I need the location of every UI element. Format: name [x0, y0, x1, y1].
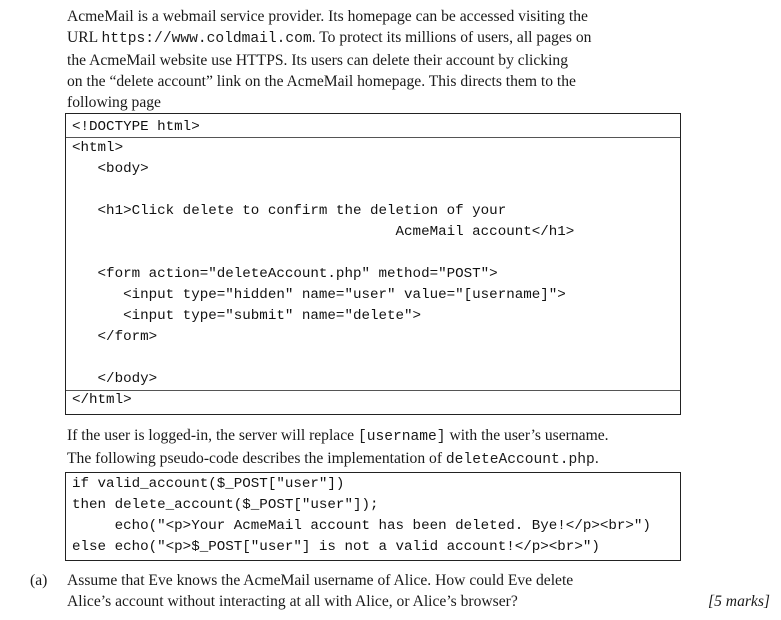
intro-line-4: on the “delete account” link on the Acme…: [67, 73, 576, 90]
code-line: </form>: [72, 329, 158, 345]
pseudo-code-line: if valid_account($_POST["user"]): [72, 476, 345, 492]
middle-text: If the user is logged-in, the server wil…: [67, 427, 358, 444]
marks-label: [5 marks]: [708, 593, 770, 610]
code-line: <h1>Click delete to confirm the deletion…: [72, 203, 507, 219]
intro-line-5: following page: [67, 94, 161, 111]
line-divider: [66, 137, 680, 138]
url-code: https://www.coldmail.com: [101, 31, 312, 47]
pseudo-code-line: echo("<p>Your AcmeMail account has been …: [72, 518, 651, 534]
pseudo-code-line: else echo("<p>$_POST["user"] is not a va…: [72, 539, 600, 555]
middle-line-1: If the user is logged-in, the server wil…: [67, 425, 683, 448]
code-line: </body>: [72, 371, 158, 387]
middle-line-2: The following pseudo-code describes the …: [67, 448, 683, 471]
filename-code: deleteAccount.php: [445, 452, 595, 468]
middle-text: .: [594, 450, 599, 467]
intro-line-1: AcmeMail is a webmail service provider. …: [67, 8, 588, 25]
pseudo-code-box: if valid_account($_POST["user"]) then de…: [65, 472, 681, 561]
code-line: <html>: [72, 140, 124, 156]
question-line-2: Alice’s account without interacting at a…: [67, 593, 518, 610]
code-line: <form action="deleteAccount.php" method=…: [72, 266, 498, 282]
line-divider: [66, 390, 680, 391]
question-line-1: Assume that Eve knows the AcmeMail usern…: [67, 572, 574, 589]
question-label: (a): [30, 572, 48, 589]
intro-line-3: the AcmeMail website use HTTPS. Its user…: [67, 52, 569, 69]
code-line: <input type="submit" name="delete">: [72, 308, 422, 324]
intro-text: . To protect its millions of users, all …: [311, 29, 592, 46]
middle-text: with the user’s username.: [445, 427, 609, 444]
pseudo-code-line: then delete_account($_POST["user"]);: [72, 497, 379, 513]
code-line: <!DOCTYPE html>: [72, 119, 200, 135]
code-line: <body>: [72, 161, 149, 177]
html-code-box: <!DOCTYPE html> <html> <body> <h1>Click …: [65, 113, 681, 415]
username-code: [username]: [357, 429, 446, 445]
middle-text: The following pseudo-code describes the …: [67, 450, 446, 467]
intro-line-2: URL https://www.coldmail.com. To protect…: [67, 27, 683, 50]
intro-text: URL: [67, 29, 102, 46]
code-line: <input type="hidden" name="user" value="…: [72, 287, 566, 303]
middle-paragraph: If the user is logged-in, the server wil…: [67, 425, 683, 471]
code-line: AcmeMail account</h1>: [72, 224, 575, 240]
code-line: </html>: [72, 392, 132, 408]
intro-paragraph: AcmeMail is a webmail service provider. …: [67, 6, 683, 113]
